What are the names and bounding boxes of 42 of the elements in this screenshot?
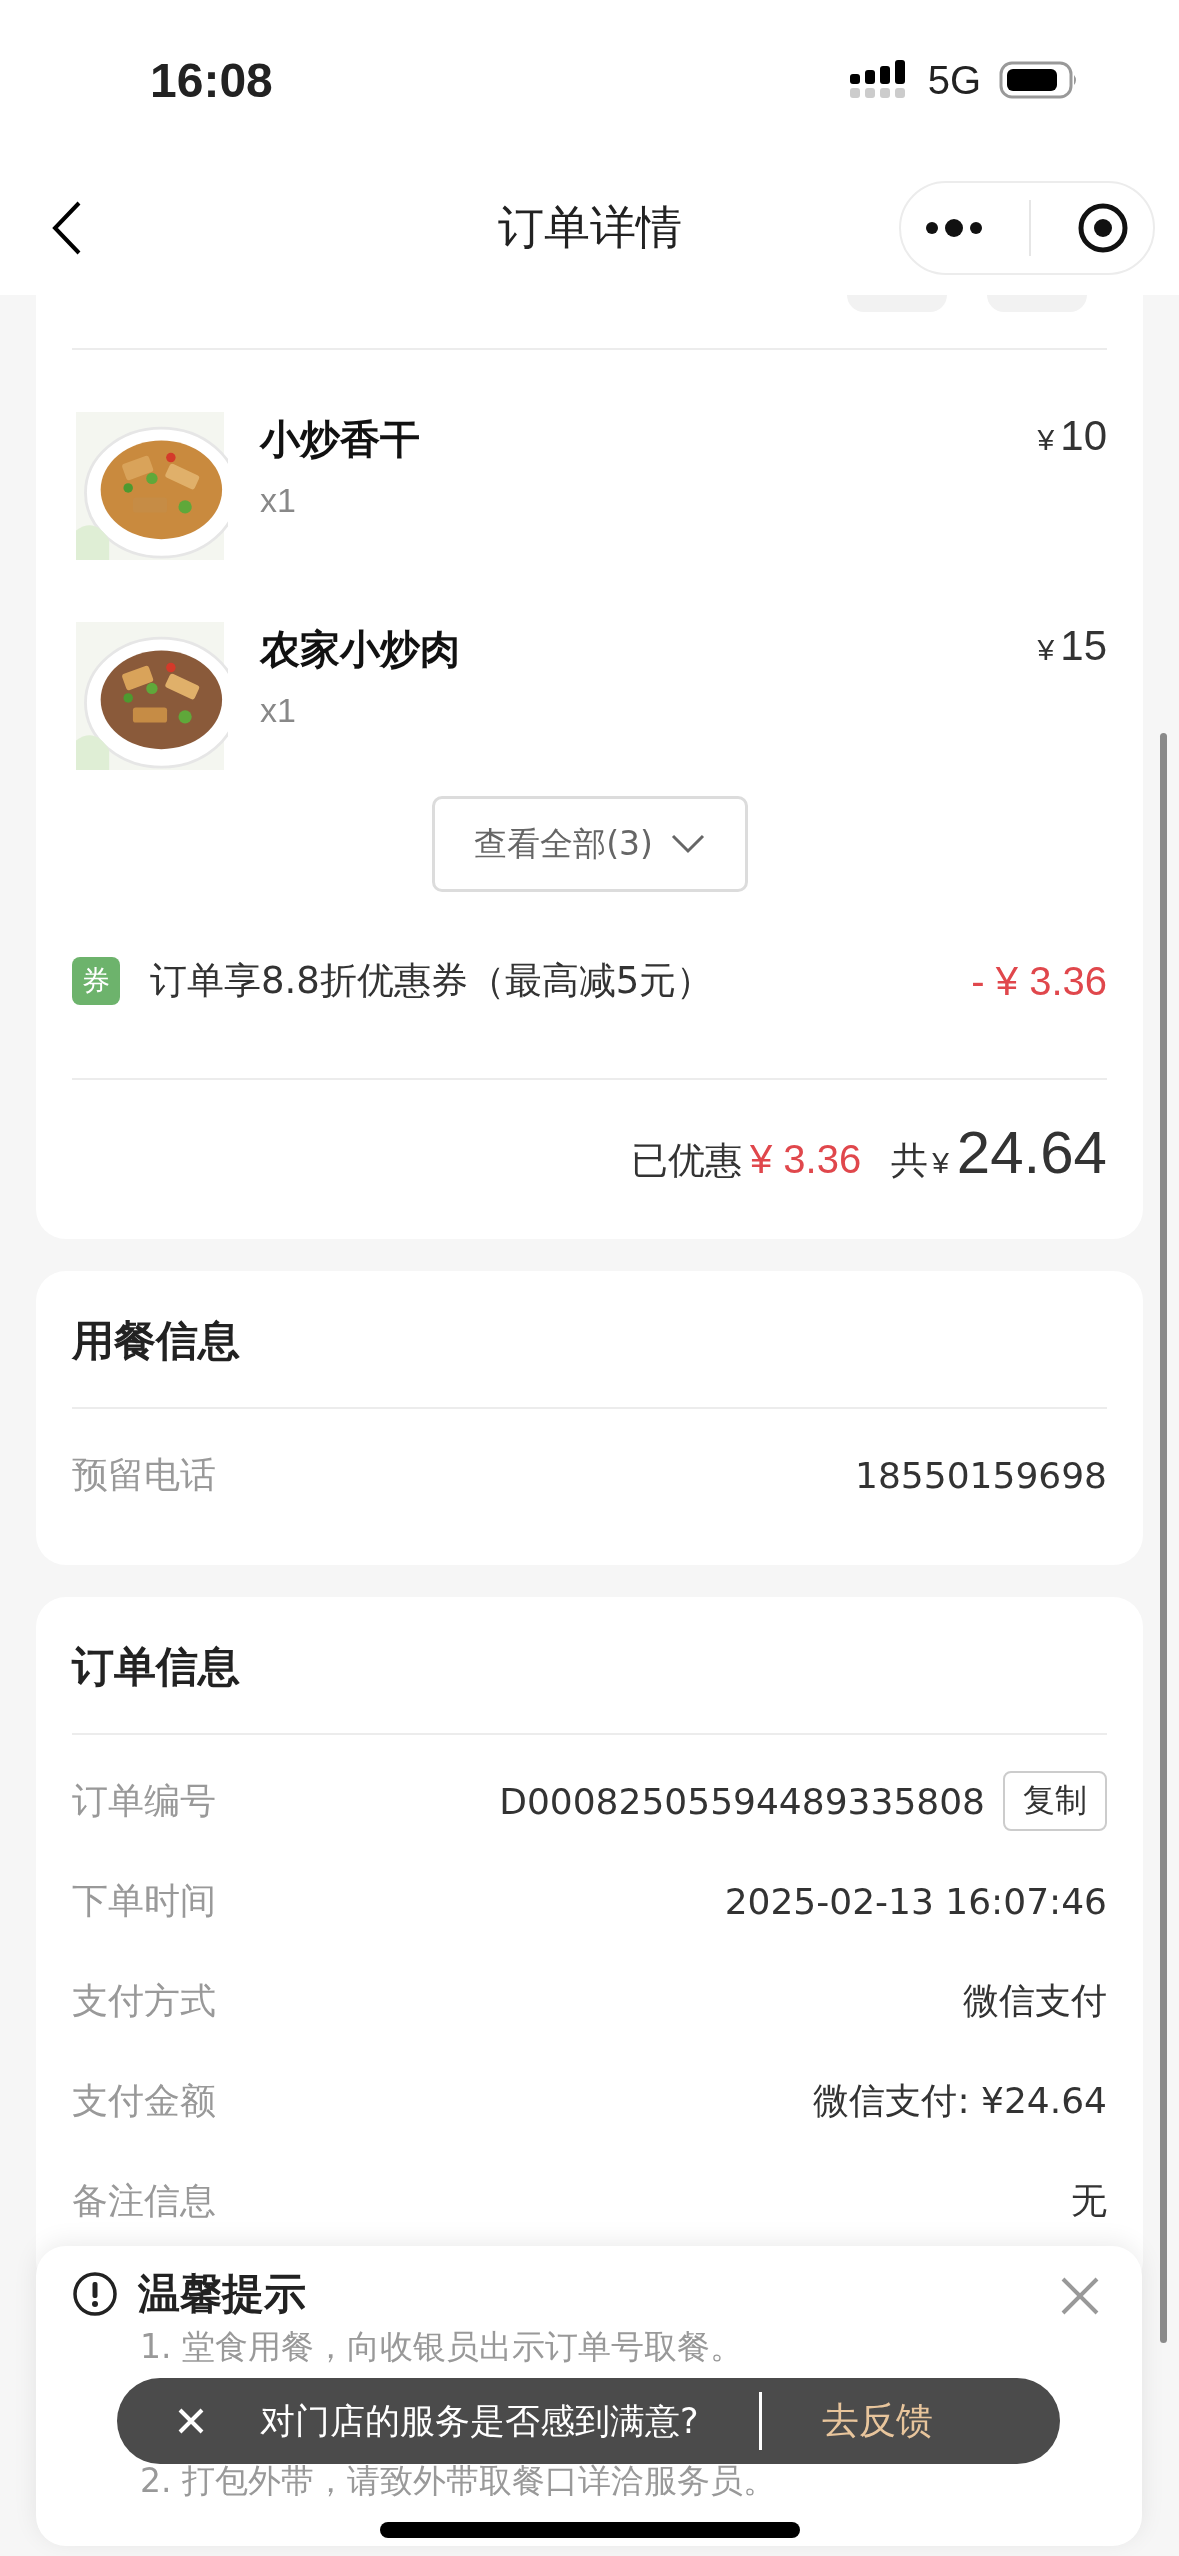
field-value: 微信支付: ¥24.64 <box>813 2078 1107 2123</box>
toast-message: 对门店的服务是否感到满意? <box>260 2399 699 2443</box>
back-icon[interactable] <box>52 200 82 255</box>
battery-icon <box>999 60 1079 100</box>
field-label: 订单编号 <box>72 1778 216 1823</box>
more-icon[interactable] <box>923 217 984 238</box>
coupon-description: 订单享8.8折优惠券（最高减5元） <box>150 958 715 1004</box>
field-label: 预留电话 <box>72 1452 216 1497</box>
section-title: 用餐信息 <box>72 1271 1107 1409</box>
field-value: 2025-02-13 16:07:46 <box>724 1880 1107 1922</box>
dish-name: 农家小炒肉 <box>260 625 460 674</box>
page-title: 订单详情 <box>497 198 682 256</box>
tip-text: 2. 打包外带，请致外带取餐口详洽服务员。 <box>140 2462 777 2500</box>
field-label: 支付方式 <box>72 1978 216 2023</box>
section-title: 订单信息 <box>72 1597 1107 1735</box>
field-label: 备注信息 <box>72 2178 216 2223</box>
field-label: 下单时间 <box>72 1878 216 1923</box>
chevron-icon <box>670 834 705 854</box>
field-value: 无 <box>1071 2178 1107 2223</box>
tip-text: 1. 堂食用餐，向收银员出示订单号取餐。 <box>140 2328 744 2366</box>
discount-amount: ¥ 3.36 <box>749 1137 862 1182</box>
status-time: 16:08 <box>150 52 273 108</box>
coupon-amount: - ¥ 3.36 <box>971 958 1107 1004</box>
feedback-link[interactable]: 去反馈 <box>821 2396 933 2446</box>
dish-price: ¥15 <box>1037 622 1107 670</box>
network-label: 5G <box>927 57 981 103</box>
field-value: 18550159698 <box>855 1454 1107 1496</box>
discount-label: 已优惠 <box>630 1138 742 1184</box>
copy-button[interactable]: 复制 <box>1003 1771 1107 1831</box>
total-label: 共 <box>891 1138 929 1184</box>
coupon-tag: 券 <box>72 957 120 1005</box>
exclamation-icon <box>72 2271 118 2317</box>
field-value: D00082505594489335808 <box>499 1780 985 1822</box>
field-value: 微信支付 <box>963 1978 1107 2023</box>
dish-quantity: x1 <box>260 481 296 520</box>
dish-name: 小炒香干 <box>260 415 420 464</box>
tips-title: 温馨提示 <box>138 2268 306 2320</box>
dish-price: ¥10 <box>1037 412 1107 460</box>
view-all-button[interactable]: 查看全部(3) <box>431 796 748 892</box>
field-label: 支付金额 <box>72 2078 216 2123</box>
dish-quantity: x1 <box>260 691 296 730</box>
total-amount: ¥24.64 <box>932 1118 1107 1187</box>
